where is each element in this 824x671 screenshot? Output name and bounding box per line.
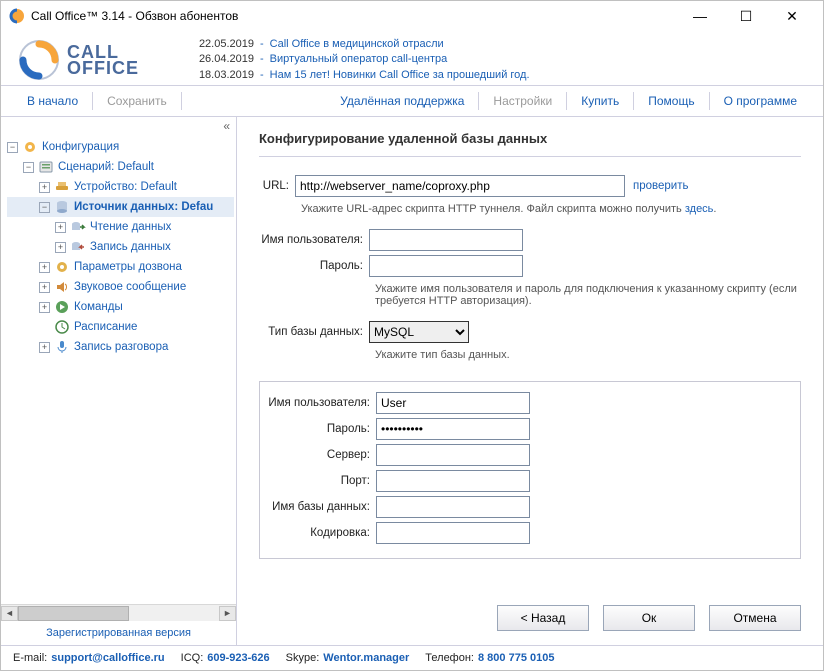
db-connection-box: Имя пользователя: Пароль: Сервер: Порт: … [259, 381, 801, 559]
dbtype-label: Тип базы данных: [259, 326, 369, 338]
page-title: Конфигурирование удаленной базы данных [259, 131, 801, 157]
gear-icon [22, 139, 38, 155]
close-button[interactable]: ✕ [769, 1, 815, 31]
email-label: E-mail: [13, 652, 47, 664]
statusbar: E-mail: support@calloffice.ru ICQ:609-923… [1, 645, 823, 670]
news-link[interactable]: Виртуальный оператор call-центра [270, 52, 448, 67]
url-input[interactable] [295, 175, 625, 197]
http-user-input[interactable] [369, 229, 523, 251]
tree-item-device[interactable]: +Устройство: Default [7, 177, 234, 197]
ok-button[interactable]: Ок [603, 605, 695, 631]
tree-item-read[interactable]: +Чтение данных [7, 217, 234, 237]
tree-item-scenario[interactable]: −Сценарий: Default [7, 157, 234, 177]
skype-link[interactable]: Wentor.manager [323, 652, 409, 664]
clock-icon [54, 319, 70, 335]
tree-item-config[interactable]: −Конфигурация [7, 137, 234, 157]
db-encoding-label: Кодировка: [266, 527, 376, 539]
tree-item-schedule[interactable]: Расписание [7, 317, 234, 337]
app-window: Call Office™ 3.14 - Обзвон абонентов — ☐… [0, 0, 824, 671]
config-tree: −Конфигурация −Сценарий: Default +Устрой… [1, 135, 236, 604]
menu-about[interactable]: О программе [714, 90, 807, 112]
menu-save: Сохранить [97, 90, 177, 112]
play-icon [54, 299, 70, 315]
menu-start[interactable]: В начало [17, 90, 88, 112]
url-hint: Укажите URL-адрес скрипта HTTP туннеля. … [301, 203, 685, 215]
mic-icon [54, 339, 70, 355]
news-link[interactable]: Нам 15 лет! Новинки Call Office за проше… [270, 68, 530, 83]
app-icon [9, 8, 25, 24]
scroll-left-button[interactable]: ◄ [1, 606, 18, 621]
db-server-label: Сервер: [266, 449, 376, 461]
gear-small-icon [54, 259, 70, 275]
sidebar-collapse-button[interactable]: « [1, 117, 236, 135]
check-link[interactable]: проверить [633, 180, 688, 192]
scroll-thumb[interactable] [18, 606, 129, 621]
speaker-icon [54, 279, 70, 295]
pass-label: Пароль: [259, 260, 369, 272]
db-encoding-input[interactable] [376, 522, 530, 544]
menu-buy[interactable]: Купить [571, 90, 629, 112]
icq-value: 609-923-626 [207, 652, 269, 664]
menu-help[interactable]: Помощь [638, 90, 704, 112]
tree-item-commands[interactable]: +Команды [7, 297, 234, 317]
main-panel: Конфигурирование удаленной базы данных U… [237, 117, 823, 645]
logo: CALL OFFICE [17, 38, 139, 82]
news-list: 22.05.2019-Call Office в медицинской отр… [169, 37, 530, 83]
logo-text-2: OFFICE [67, 60, 139, 76]
license-link[interactable]: Зарегистрированная версия [1, 621, 236, 645]
http-pass-input[interactable] [369, 255, 523, 277]
database-icon [54, 199, 70, 215]
tree-item-record[interactable]: +Запись разговора [7, 337, 234, 357]
db-user-input[interactable] [376, 392, 530, 414]
news-date: 18.03.2019 [169, 68, 254, 83]
skype-label: Skype: [286, 652, 320, 664]
db-name-input[interactable] [376, 496, 530, 518]
tree-item-datasource[interactable]: −Источник данных: Defau [7, 197, 234, 217]
menu-settings: Настройки [483, 90, 562, 112]
db-user-label: Имя пользователя: [266, 397, 376, 409]
email-link[interactable]: support@calloffice.ru [51, 652, 164, 664]
content: « −Конфигурация −Сценарий: Default +Устр… [1, 117, 823, 645]
sidebar: « −Конфигурация −Сценарий: Default +Устр… [1, 117, 237, 645]
db-write-icon [70, 239, 86, 255]
sidebar-hscrollbar[interactable]: ◄ ► [1, 604, 236, 621]
dbtype-select[interactable]: MySQL [369, 321, 469, 343]
url-label: URL: [259, 180, 295, 192]
tel-value: 8 800 775 0105 [478, 652, 554, 664]
cancel-button[interactable]: Отмена [709, 605, 801, 631]
db-name-label: Имя базы данных: [266, 501, 376, 513]
logo-icon [17, 38, 61, 82]
db-pass-input[interactable] [376, 418, 530, 440]
tree-item-dialparams[interactable]: +Параметры дозвона [7, 257, 234, 277]
db-port-label: Порт: [266, 475, 376, 487]
scenario-icon [38, 159, 54, 175]
menu-remote[interactable]: Удалённая поддержка [330, 90, 474, 112]
db-server-input[interactable] [376, 444, 530, 466]
db-read-icon [70, 219, 86, 235]
db-pass-label: Пароль: [266, 423, 376, 435]
user-label: Имя пользователя: [259, 234, 369, 246]
minimize-button[interactable]: — [677, 1, 723, 31]
auth-hint: Укажите имя пользователя и пароль для по… [375, 283, 801, 307]
header: CALL OFFICE 22.05.2019-Call Office в мед… [1, 31, 823, 86]
dbtype-hint: Укажите тип базы данных. [375, 349, 801, 361]
tree-item-audio[interactable]: +Звуковое сообщение [7, 277, 234, 297]
news-link[interactable]: Call Office в медицинской отрасли [270, 37, 444, 52]
maximize-button[interactable]: ☐ [723, 1, 769, 31]
icq-label: ICQ: [181, 652, 204, 664]
scroll-right-button[interactable]: ► [219, 606, 236, 621]
device-icon [54, 179, 70, 195]
titlebar: Call Office™ 3.14 - Обзвон абонентов — ☐… [1, 1, 823, 31]
news-date: 22.05.2019 [169, 37, 254, 52]
tel-label: Телефон: [425, 652, 474, 664]
news-date: 26.04.2019 [169, 52, 254, 67]
tree-item-write[interactable]: +Запись данных [7, 237, 234, 257]
db-port-input[interactable] [376, 470, 530, 492]
window-title: Call Office™ 3.14 - Обзвон абонентов [31, 9, 677, 23]
here-link[interactable]: здесь [685, 203, 714, 215]
menubar: В начало Сохранить Удалённая поддержка Н… [1, 86, 823, 117]
back-button[interactable]: < Назад [497, 605, 589, 631]
